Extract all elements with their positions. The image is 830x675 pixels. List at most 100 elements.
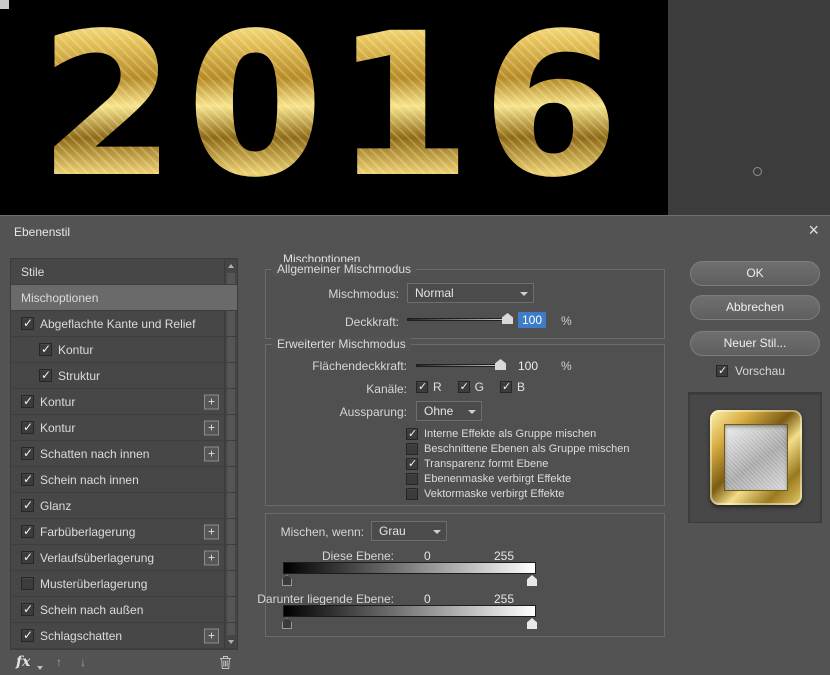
style-preview-swatch [710, 410, 802, 505]
knockout-label: Aussparung: [340, 405, 407, 419]
channel-checkbox[interactable] [416, 381, 428, 393]
ok-button[interactable]: OK [690, 261, 820, 286]
style-checkbox[interactable] [21, 603, 34, 616]
styles-list-item[interactable]: Kontur+ [11, 389, 237, 415]
blend-option-row[interactable]: Interne Effekte als Gruppe mischen [406, 426, 660, 441]
styles-list-item[interactable]: Musterüberlagerung [11, 571, 237, 597]
add-effect-button[interactable]: + [204, 628, 219, 643]
this-layer-min-value[interactable]: 0 [424, 549, 431, 563]
canvas-corner-marker [0, 0, 9, 9]
preview-toggle[interactable]: Vorschau [716, 364, 785, 378]
channel-toggle[interactable]: G [458, 380, 484, 394]
style-checkbox[interactable] [21, 447, 34, 460]
dialog-title: Ebenenstil [14, 225, 70, 239]
blend-option-row[interactable]: Vektormaske verbirgt Effekte [406, 486, 660, 501]
channel-checkbox[interactable] [458, 381, 470, 393]
option-checkbox[interactable] [406, 473, 418, 485]
underlying-gradient-bar[interactable] [283, 605, 536, 617]
opacity-value[interactable]: 100 [518, 312, 546, 328]
channel-checkbox[interactable] [500, 381, 512, 393]
fill-slider-thumb[interactable] [495, 359, 506, 370]
option-checkbox[interactable] [406, 428, 418, 440]
add-effect-button[interactable]: + [204, 524, 219, 539]
styles-list-item[interactable]: Abgeflachte Kante und Relief [11, 311, 237, 337]
styles-footer: fx ↑ ↓ [10, 653, 238, 675]
style-checkbox[interactable] [39, 369, 52, 382]
style-checkbox[interactable] [21, 629, 34, 642]
style-checkbox[interactable] [39, 343, 52, 356]
styles-list-item[interactable]: Farbüberlagerung+ [11, 519, 237, 545]
option-label: Interne Effekte als Gruppe mischen [424, 428, 596, 440]
add-effect-button[interactable]: + [204, 446, 219, 461]
option-label: Beschnittene Ebenen als Gruppe mischen [424, 443, 629, 455]
blend-mode-dropdown[interactable]: Normal [407, 283, 534, 303]
underlying-layer-label: Darunter liegende Ebene: [257, 592, 394, 606]
underlying-min-value[interactable]: 0 [424, 592, 431, 606]
preview-checkbox[interactable] [716, 365, 728, 377]
styles-list-item[interactable]: Schatten nach innen+ [11, 441, 237, 467]
preview-label: Vorschau [735, 364, 785, 378]
style-checkbox[interactable] [21, 473, 34, 486]
cancel-button[interactable]: Abbrechen [690, 295, 820, 320]
styles-list-item[interactable]: Kontur+ [11, 415, 237, 441]
knockout-dropdown[interactable]: Ohne [416, 401, 482, 421]
document-canvas: 2016 [0, 0, 668, 215]
move-up-icon[interactable]: ↑ [56, 655, 62, 669]
blend-if-value: Grau [379, 524, 406, 538]
advanced-blending-group: Erweiterter Mischmodus Flächendeckkraft:… [265, 344, 665, 506]
fill-opacity-slider[interactable] [416, 357, 506, 371]
option-checkbox[interactable] [406, 488, 418, 500]
blend-option-row[interactable]: Transparenz formt Ebene [406, 456, 660, 471]
move-down-icon[interactable]: ↓ [80, 655, 86, 669]
blend-if-label: Mischen, wenn: [281, 525, 364, 539]
this-layer-max-value[interactable]: 255 [494, 549, 514, 563]
styles-list-item[interactable]: Glanz [11, 493, 237, 519]
styles-list-item[interactable]: Schein nach innen [11, 467, 237, 493]
highlight-handle[interactable] [527, 618, 537, 629]
blend-option-row[interactable]: Ebenenmaske verbirgt Effekte [406, 471, 660, 486]
fill-opacity-value[interactable]: 100 [518, 359, 538, 373]
styles-list-item[interactable]: Stile [11, 259, 237, 285]
styles-list-item[interactable]: Kontur [11, 337, 237, 363]
fill-opacity-label: Flächendeckkraft: [312, 359, 407, 373]
fx-icon[interactable]: fx [16, 654, 30, 670]
blend-option-row[interactable]: Beschnittene Ebenen als Gruppe mischen [406, 441, 660, 456]
new-style-button[interactable]: Neuer Stil... [690, 331, 820, 356]
blend-if-group: Mischen, wenn: Grau Diese Ebene: 0 255 D… [265, 513, 665, 637]
style-checkbox[interactable] [21, 421, 34, 434]
opacity-slider[interactable] [407, 311, 513, 325]
opacity-slider-thumb[interactable] [502, 313, 513, 324]
styles-list-item[interactable]: Schlagschatten+ [11, 623, 237, 649]
styles-list-item[interactable]: Mischoptionen [11, 285, 237, 311]
highlight-handle[interactable] [527, 575, 537, 586]
styles-list-item[interactable]: Struktur [11, 363, 237, 389]
style-checkbox[interactable] [21, 577, 34, 590]
style-label: Mischoptionen [21, 291, 98, 305]
styles-list: Stile Mischoptionen Abgeflachte Kante und … [10, 258, 238, 650]
styles-list-item[interactable]: Schein nach außen [11, 597, 237, 623]
chevron-down-icon [433, 530, 441, 534]
add-effect-button[interactable]: + [204, 394, 219, 409]
add-effect-button[interactable]: + [204, 420, 219, 435]
chevron-down-icon [520, 292, 528, 296]
option-checkbox[interactable] [406, 458, 418, 470]
channel-toggle[interactable]: B [500, 380, 525, 394]
style-checkbox[interactable] [21, 499, 34, 512]
close-icon[interactable]: × [808, 220, 819, 240]
styles-list-item[interactable]: Verlaufsüberlagerung+ [11, 545, 237, 571]
blend-if-dropdown[interactable]: Grau [371, 521, 447, 541]
layer-style-dialog: Ebenenstil × Stile Mischoptionen Abgeflach… [0, 215, 830, 675]
shadow-handle[interactable] [282, 618, 292, 629]
option-checkbox[interactable] [406, 443, 418, 455]
style-checkbox[interactable] [21, 525, 34, 538]
style-checkbox[interactable] [21, 317, 34, 330]
trash-icon[interactable] [219, 655, 232, 673]
shadow-handle[interactable] [282, 575, 292, 586]
channel-toggle[interactable]: R [416, 380, 442, 394]
style-checkbox[interactable] [21, 551, 34, 564]
opacity-unit: % [561, 314, 572, 328]
add-effect-button[interactable]: + [204, 550, 219, 565]
this-layer-gradient-bar[interactable] [283, 562, 536, 574]
style-checkbox[interactable] [21, 395, 34, 408]
underlying-max-value[interactable]: 255 [494, 592, 514, 606]
